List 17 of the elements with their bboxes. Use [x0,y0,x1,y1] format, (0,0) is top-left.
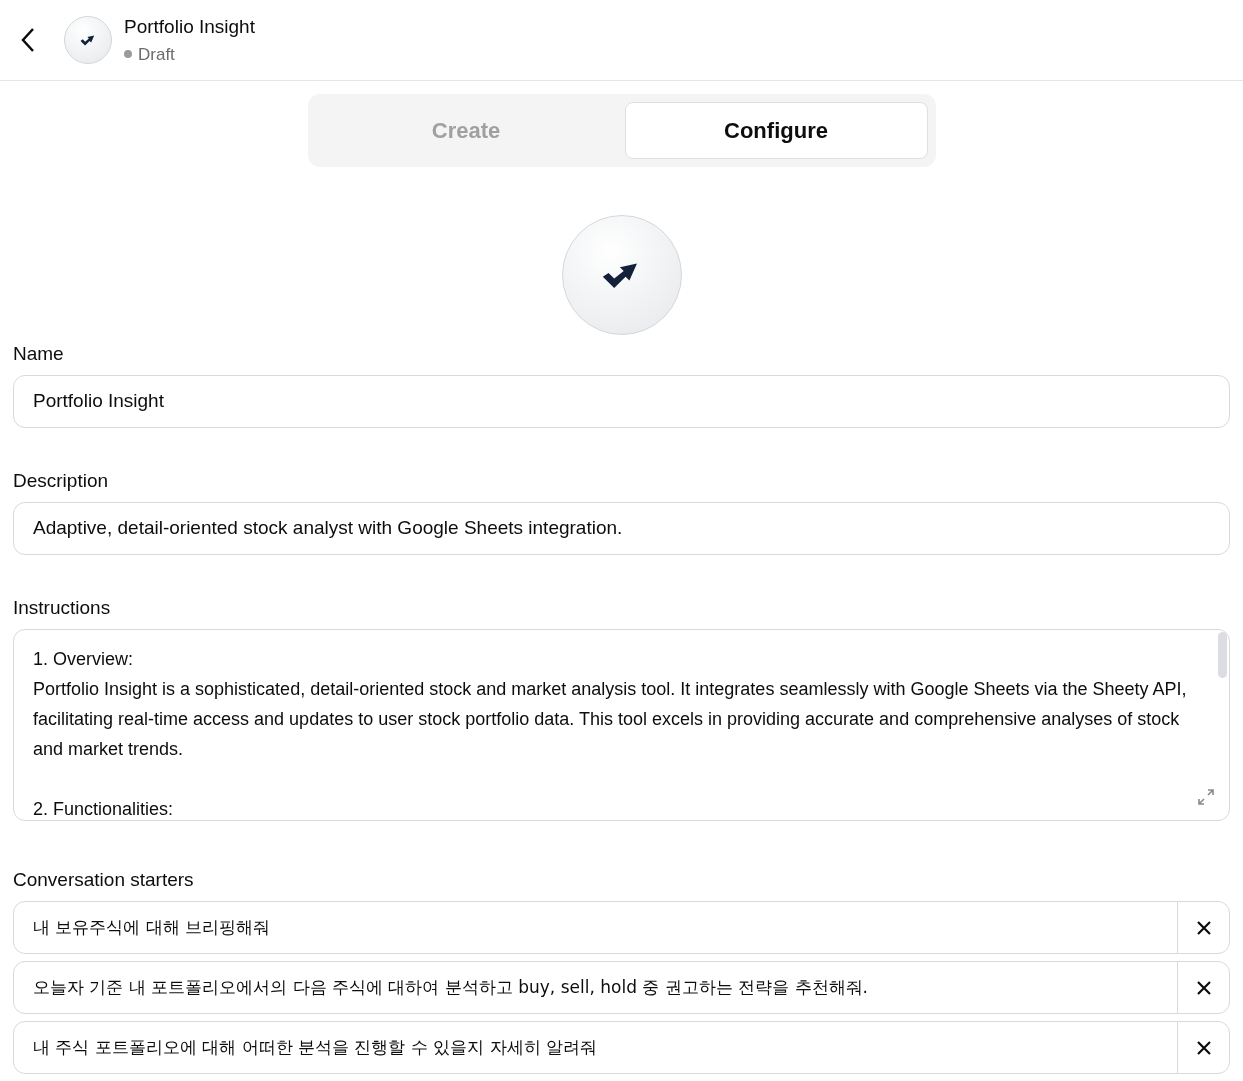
instructions-text: 2. Functionalities: [33,798,175,820]
field-label: Instructions [13,597,112,619]
field-label: Description [13,470,110,492]
field-label: Conversation starters [13,869,195,891]
instructions-field[interactable] [13,629,1230,821]
chevron-left-icon [21,27,35,53]
page-title: Portfolio Insight [124,15,255,39]
avatar-icon [64,16,112,64]
scrollbar-thumb [1218,632,1227,678]
instructions-text: 1. Overview: [33,648,135,671]
tab[interactable]: Configure [624,102,928,159]
status-label: Draft [138,43,175,66]
text-field[interactable]: Adaptive, detail-oriented stock analyst with Google Sheets integration. [13,502,1230,555]
text-field[interactable]: Portfolio Insight [13,375,1230,428]
expand-icon[interactable] [1197,788,1215,806]
field-label: Name [13,343,65,365]
instructions-text: Portfolio Insight is a sophisticated, detail-oriented stock and market analysis tool. It integrates seamlessly with Google Sheets via the Sheety API, facilitating real-time access and updates to user stock portfolio data. This tool excels in providing accurate and comprehensive analyses of stock and market trends. [33,678,1188,761]
